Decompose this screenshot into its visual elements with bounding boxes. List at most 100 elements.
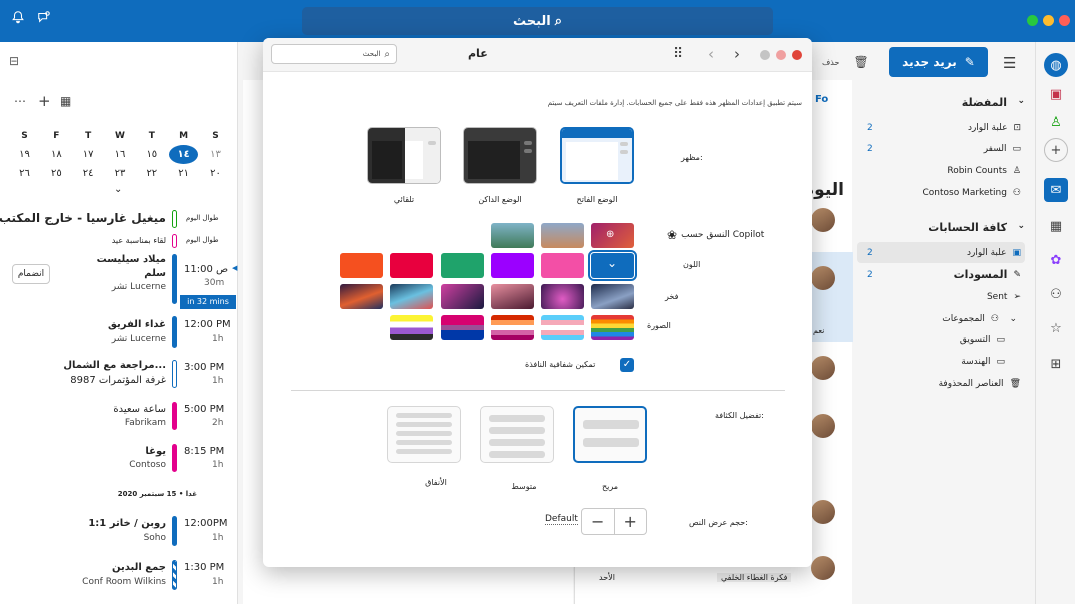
event-item[interactable]: 8:15 PM 1h يوغا Contoso: [0, 442, 238, 472]
calendar-day[interactable]: ١٧: [74, 149, 103, 160]
event-item[interactable]: 5:00 PM 2h ساعة سعيدة Fabrikam: [0, 400, 238, 430]
feedback-icon[interactable]: [34, 10, 54, 30]
join-button[interactable]: انضمام: [12, 264, 50, 284]
color-swatch-red[interactable]: [390, 253, 433, 278]
apps-icon[interactable]: ⊞: [1044, 352, 1068, 376]
decrease-text-size-button[interactable]: −: [582, 509, 615, 534]
chevron-down-icon[interactable]: ⌄: [1009, 314, 1017, 324]
folder-groups[interactable]: المجموعات ⚇ ⌄: [857, 308, 1025, 329]
bell-icon[interactable]: [8, 10, 28, 30]
pride-swatch[interactable]: [390, 284, 433, 309]
globe-icon[interactable]: ◍: [1044, 53, 1068, 77]
event-item[interactable]: 3:00 PM 1h مراجعة مع الشمال... غرفة المؤ…: [0, 358, 238, 388]
dialog-minimize-button[interactable]: [776, 50, 786, 60]
grid-menu-icon[interactable]: ⠿: [673, 46, 683, 62]
calendar-day[interactable]: ١٦: [105, 149, 134, 160]
pride-swatch[interactable]: [541, 284, 584, 309]
briefcase-icon[interactable]: ▣: [1044, 82, 1068, 106]
window-close-button[interactable]: [1059, 15, 1070, 26]
dialog-dot-gray[interactable]: [760, 50, 770, 60]
dialog-close-button[interactable]: [792, 50, 802, 60]
event-item[interactable]: 12:00 PM 1h غداء الفريق تشر Lucerne: [0, 314, 238, 350]
window-zoom-button[interactable]: [1027, 15, 1038, 26]
all-accounts-header[interactable]: كافة الحسابات ⌄: [857, 221, 1025, 234]
settings-search-input[interactable]: البحث ⌕: [271, 44, 397, 64]
calendar-day-today[interactable]: ١٤: [169, 145, 199, 164]
more-options-icon[interactable]: ⋯: [14, 94, 26, 108]
calendar-day[interactable]: ٢٣: [105, 168, 134, 179]
folder-marketing[interactable]: التسويق ▭: [857, 329, 1025, 350]
focused-tab[interactable]: Fo: [815, 94, 828, 105]
add-account-icon[interactable]: +: [1044, 138, 1068, 162]
mail-icon[interactable]: ✉: [1044, 178, 1068, 202]
folder-label: السفر: [983, 143, 1007, 154]
calendar-day[interactable]: ١٨: [42, 149, 71, 160]
copilot-theme-swatch[interactable]: [491, 223, 534, 248]
theme-system-option[interactable]: [367, 127, 441, 184]
window-minimize-button[interactable]: [1043, 15, 1054, 26]
image-swatch-trans[interactable]: [541, 315, 584, 340]
image-swatch-rainbow[interactable]: [591, 315, 634, 340]
copilot-icon[interactable]: ✿: [1044, 248, 1068, 272]
pride-swatch[interactable]: [441, 284, 484, 309]
pride-swatch[interactable]: [491, 284, 534, 309]
calendar-day[interactable]: ١٣: [201, 149, 230, 160]
density-cozy-option[interactable]: [480, 406, 554, 463]
hamburger-menu-icon[interactable]: ☰: [1003, 54, 1016, 72]
density-roomy-option[interactable]: [573, 406, 647, 463]
pride-swatch[interactable]: [591, 284, 634, 309]
image-swatch-nonbinary[interactable]: [390, 315, 433, 340]
color-swatch-pink[interactable]: [541, 253, 584, 278]
calendar-day[interactable]: ١٥: [137, 149, 166, 160]
folder-fav-robin[interactable]: Robin Counts ♙: [857, 160, 1025, 181]
add-event-icon[interactable]: +: [38, 92, 51, 110]
transparency-checkbox[interactable]: ✓: [620, 358, 634, 372]
folder-fav-contoso[interactable]: Contoso Marketing ⚇: [857, 182, 1025, 203]
folder-drafts[interactable]: 2 المسودات ✎: [857, 264, 1025, 285]
image-swatch-bi[interactable]: [441, 315, 484, 340]
calendar-settings-icon[interactable]: ▦: [60, 94, 71, 108]
copilot-theme-swatch[interactable]: [541, 223, 584, 248]
sidebar-toggle-icon[interactable]: ⊟: [9, 54, 19, 68]
calendar-day[interactable]: ٢٥: [42, 168, 71, 179]
increase-text-size-button[interactable]: +: [615, 509, 647, 534]
calendar-icon[interactable]: ▦: [1044, 214, 1068, 238]
pride-swatch[interactable]: [340, 284, 383, 309]
folder-fav-inbox[interactable]: 2 علبة الوارد ⊡: [857, 117, 1025, 138]
global-search-box[interactable]: البحث ⌕: [302, 7, 773, 35]
color-swatch-green[interactable]: [441, 253, 484, 278]
copilot-generate-swatch[interactable]: ⊕: [591, 223, 634, 248]
new-mail-button[interactable]: بريد جديد ✎: [889, 47, 988, 77]
person-icon[interactable]: ♙: [1044, 110, 1068, 134]
forward-chevron-icon[interactable]: ›: [734, 45, 740, 63]
calendar-day[interactable]: ٢٢: [137, 168, 166, 179]
people-icon[interactable]: ⚇: [1044, 282, 1068, 306]
delete-button[interactable]: حذف 🗑: [822, 55, 869, 69]
folder-fav-travel[interactable]: 2 السفر ▭: [857, 138, 1025, 159]
back-chevron-icon[interactable]: ‹: [708, 45, 714, 63]
folder-deleted[interactable]: العناصر المحذوفة 🗑: [857, 373, 1025, 394]
theme-light-option[interactable]: [560, 127, 634, 184]
image-swatch-lesbian[interactable]: [491, 315, 534, 340]
calendar-day[interactable]: ٢٤: [74, 168, 103, 179]
density-compact-option[interactable]: [387, 406, 461, 463]
calendar-day[interactable]: ٢١: [169, 168, 198, 179]
event-item[interactable]: 1:30 PM 1h جمع البدين Conf Room Wilkins: [0, 558, 238, 590]
color-swatch-blue[interactable]: ⌄: [588, 250, 637, 281]
star-icon[interactable]: ☆: [1044, 316, 1068, 340]
folder-engineering[interactable]: الهندسة ▭: [857, 351, 1025, 372]
color-swatch-orange[interactable]: [340, 253, 383, 278]
expand-calendar-chevron-icon[interactable]: ⌄: [114, 184, 122, 195]
folder-inbox[interactable]: 2 علبة الوارد ▣: [857, 242, 1025, 263]
favorites-header[interactable]: المفضلة ⌄: [857, 96, 1025, 109]
calendar-day[interactable]: ٢٦: [10, 168, 39, 179]
folder-label: العناصر المحذوفة: [938, 378, 1004, 389]
calendar-day[interactable]: ٢٠: [201, 168, 230, 179]
folder-sent[interactable]: Sent ➢: [857, 286, 1025, 307]
calendar-day[interactable]: ١٩: [10, 149, 39, 160]
color-swatch-purple[interactable]: [491, 253, 534, 278]
allday-event[interactable]: طوال اليوم لقاء بمناسبة عيد: [0, 232, 238, 250]
theme-dark-option[interactable]: [463, 127, 537, 184]
event-item[interactable]: 12:00PM 1h 1:1 روبن / خاتر Soho: [0, 514, 238, 546]
allday-event[interactable]: طوال اليوم ميغيل غارسيا - خارج المكتب: [0, 208, 238, 230]
